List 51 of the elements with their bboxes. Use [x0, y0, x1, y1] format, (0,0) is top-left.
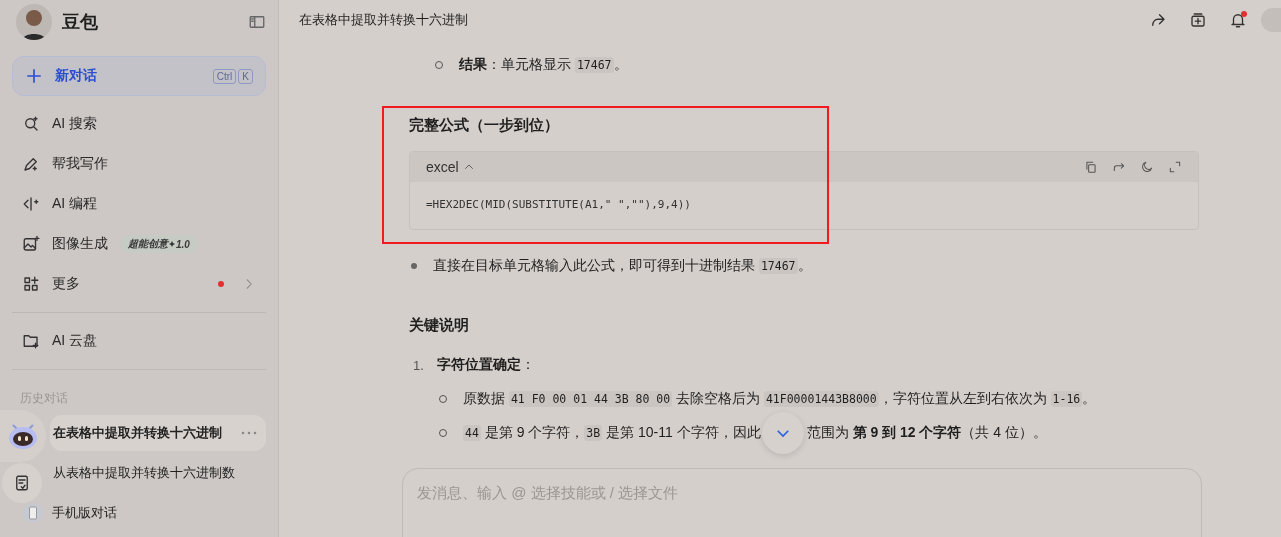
phone-icon	[20, 502, 46, 524]
nav-item[interactable]: 帮我写作	[12, 144, 266, 184]
code-text: =HEX2DEC(MID(SUBSTITUTE(A1," ",""),9,4))	[425, 197, 692, 213]
nav-item[interactable]: 图像生成 超能创意 1.0	[12, 224, 266, 264]
badge-label: 超能创意	[128, 237, 168, 251]
bullet-icon	[411, 263, 417, 269]
code-language[interactable]: excel	[426, 159, 459, 175]
checklist-icon	[13, 474, 31, 492]
nav-item[interactable]: AI 搜索	[12, 104, 266, 144]
conversation-title: 在表格中提取并转换十六进制	[299, 11, 469, 29]
more-icon[interactable]	[240, 430, 258, 436]
sidebar-toggle-icon[interactable]	[248, 13, 266, 31]
shortcut-key: Ctrl	[212, 68, 237, 84]
list-item-text: 字符位置确定：	[437, 356, 535, 374]
code-icon	[22, 195, 40, 213]
copy-icon[interactable]	[1084, 160, 1098, 174]
avatar[interactable]	[16, 4, 52, 40]
pen-icon	[22, 155, 40, 173]
section-heading: 完整公式（一步到位）	[409, 114, 560, 135]
new-chat-icon[interactable]	[1189, 11, 1207, 29]
expand-icon[interactable]	[1168, 160, 1182, 174]
plus-icon	[25, 67, 43, 85]
bell-icon[interactable]	[1229, 11, 1247, 29]
paragraph-text: 原数据 41 F0 00 01 44 3B 80 00 去除空格后为 41F00001443B8000，字符位置从左到右依次为 1-16。	[463, 390, 1097, 408]
paragraph-text: 44 是第 9 个字符，3B 是第 10-11 个字符，因此	[463, 424, 761, 442]
assistant-widget[interactable]	[0, 410, 46, 462]
badge-version: 1.0	[176, 238, 190, 250]
paragraph-text: 范围为 第 9 到 12 个字符（共 4 位）。	[806, 424, 1047, 442]
folder-icon	[22, 332, 40, 350]
history-item[interactable]: 在表格中提取并转换十六进制	[50, 415, 266, 451]
nav-item[interactable]: AI 编程	[12, 184, 266, 224]
moon-icon[interactable]	[1140, 160, 1154, 174]
search-icon	[22, 115, 40, 133]
image-icon	[22, 235, 40, 253]
list-number: 1.	[413, 357, 425, 373]
notes-widget[interactable]	[2, 463, 42, 503]
apps-icon	[22, 275, 40, 293]
new-chat-button[interactable]: 新对话 Ctrl K	[12, 56, 266, 96]
history-item[interactable]: 手机版对话	[12, 495, 266, 531]
paragraph-text: 直接在目标单元格输入此公式，即可得到十进制结果 17467。	[433, 257, 812, 275]
redo-icon[interactable]	[1112, 160, 1126, 174]
app-name: 豆包	[62, 11, 99, 34]
shortcut-key: K	[238, 68, 253, 84]
result-text: 结果：单元格显示 17467。	[459, 56, 628, 74]
robot-icon	[7, 421, 39, 451]
share-icon[interactable]	[1149, 11, 1167, 29]
nav-item[interactable]: 更多	[12, 264, 266, 304]
section-heading: 关键说明	[409, 314, 470, 335]
nav-item[interactable]: AI 云盘	[12, 321, 266, 361]
sparkle-icon	[169, 241, 175, 247]
history-item[interactable]: 从表格中提取并转换十六进制数	[50, 455, 266, 491]
